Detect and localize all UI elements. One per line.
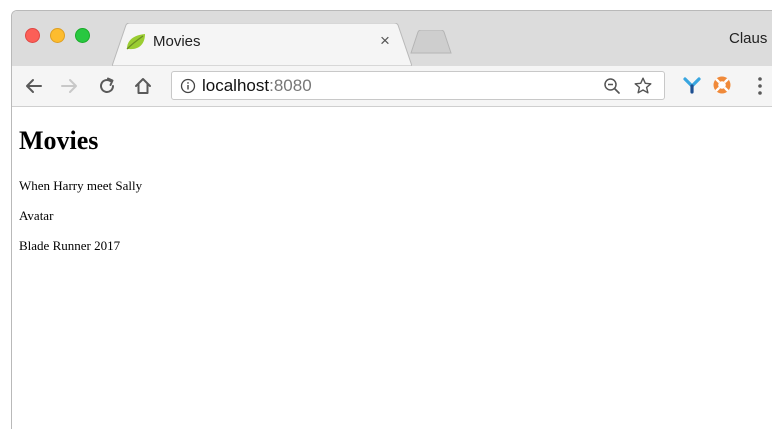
spring-leaf-icon	[124, 32, 148, 52]
zoom-window-button[interactable]	[75, 28, 90, 43]
movie-list-item: Avatar	[19, 208, 54, 223]
close-window-button[interactable]	[25, 28, 40, 43]
url-host: localhost	[202, 76, 270, 95]
info-icon[interactable]	[180, 78, 196, 99]
bookmark-star-icon[interactable]	[633, 76, 653, 101]
home-icon[interactable]	[131, 74, 155, 98]
browser-window: Movies × Claus localhost:8080 Movies Whe…	[11, 10, 772, 429]
extension-y-icon[interactable]	[682, 75, 702, 100]
tab-close-icon[interactable]: ×	[380, 31, 390, 51]
tab-strip: Movies × Claus	[12, 11, 772, 66]
forward-arrow-icon[interactable]	[57, 74, 81, 98]
extension-lifebuoy-icon[interactable]	[712, 75, 732, 100]
minimize-window-button[interactable]	[50, 28, 65, 43]
profile-name[interactable]: Claus	[729, 30, 767, 48]
address-bar[interactable]: localhost:8080	[171, 71, 665, 100]
kebab-menu-icon[interactable]	[756, 76, 764, 101]
movie-list-item: Blade Runner 2017	[19, 238, 121, 253]
back-arrow-icon[interactable]	[22, 74, 46, 98]
page-content: Movies When Harry meet Sally Avatar Blad…	[12, 107, 772, 429]
movie-list-item: When Harry meet Sally	[19, 178, 143, 193]
new-tab-button[interactable]	[410, 29, 452, 59]
browser-toolbar: localhost:8080	[12, 66, 772, 107]
url-text: localhost:8080	[202, 76, 312, 96]
page-heading: Movies	[19, 126, 99, 155]
url-port: :8080	[269, 76, 312, 95]
reload-icon[interactable]	[95, 74, 119, 98]
tab-movies[interactable]: Movies ×	[112, 23, 412, 66]
zoom-out-icon[interactable]	[603, 77, 621, 100]
tab-title: Movies	[153, 33, 201, 50]
